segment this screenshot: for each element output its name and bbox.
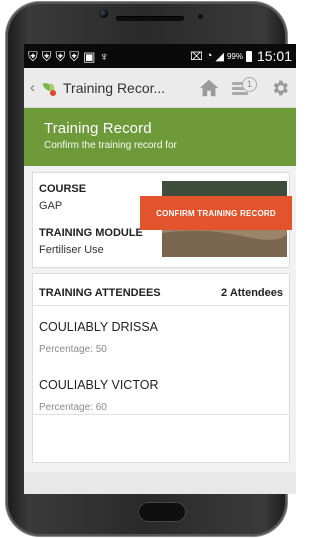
attendee-percentage: Percentage: 50: [39, 344, 107, 355]
hardware-home-button[interactable]: [138, 502, 186, 522]
status-bar: ⛨ ⛨ ⛨ ⛨ ▣ ♆ ⌧ ◔ ◢ 99% 15:01: [24, 44, 296, 68]
phone-frame: ⛨ ⛨ ⛨ ⛨ ▣ ♆ ⌧ ◔ ◢ 99% 15:01 ‹ Training R…: [6, 2, 296, 536]
screen: ⛨ ⛨ ⛨ ⛨ ▣ ♆ ⌧ ◔ ◢ 99% 15:01 ‹ Training R…: [24, 44, 296, 494]
shield-icon: ⛨: [69, 48, 80, 64]
image-icon: ▣: [83, 48, 96, 64]
status-left-icons: ⛨ ⛨ ⛨ ⛨ ▣ ♆: [28, 50, 109, 63]
page-title: Training Record: [44, 120, 152, 137]
status-right-icons: ⌧ ◔ ◢ 99% 15:01: [190, 48, 292, 64]
speaker-grille: [116, 16, 184, 21]
page-header: Training Record Confirm the training rec…: [24, 108, 296, 166]
shield-icon: ⛨: [28, 48, 38, 64]
wifi-icon: ◔: [205, 50, 213, 62]
shield-icon: ⛨: [55, 48, 66, 64]
attendee-name: COULIABLY VICTOR: [39, 378, 159, 392]
clock: 15:01: [256, 48, 292, 64]
divider: [33, 414, 289, 415]
attendees-count: 2 Attendees: [221, 287, 283, 299]
training-module-value: Fertiliser Use: [39, 244, 104, 256]
attendee-percentage: Percentage: 60: [39, 402, 107, 413]
cell-signal-icon: ◢: [215, 50, 224, 63]
vibrate-icon: ⌧: [190, 50, 203, 63]
battery-percent: 99%: [226, 51, 243, 61]
battery-icon: [245, 50, 252, 62]
home-icon[interactable]: [198, 77, 220, 99]
action-bar-title: Training Recor...: [63, 79, 166, 96]
gear-icon[interactable]: [270, 78, 290, 98]
attendees-header: TRAINING ATTENDEES: [39, 287, 161, 299]
screen-bottom-area: [24, 472, 296, 494]
back-icon[interactable]: ‹: [30, 79, 40, 96]
attendees-card: TRAINING ATTENDEES 2 Attendees COULIABLY…: [32, 273, 290, 463]
course-value: GAP: [39, 200, 63, 212]
action-bar: ‹ Training Recor... 1: [24, 68, 296, 108]
camera-icon: [99, 9, 108, 18]
training-module-label: TRAINING MODULE: [39, 227, 143, 239]
confirm-training-record-button[interactable]: CONFIRM TRAINING RECORD: [140, 196, 292, 230]
course-label: COURSE: [39, 183, 87, 195]
divider: [33, 305, 289, 306]
app-leaf-icon[interactable]: [42, 80, 58, 96]
shield-icon: ⛨: [41, 48, 52, 64]
sync-icon[interactable]: 1: [232, 76, 258, 99]
signal-icon: ♆: [99, 48, 110, 64]
attendee-name: COULIABLY DRISSA: [39, 320, 159, 334]
sync-badge: 1: [242, 76, 257, 92]
page-subtitle: Confirm the training record for: [44, 140, 177, 151]
sensor-dot: [198, 14, 203, 19]
